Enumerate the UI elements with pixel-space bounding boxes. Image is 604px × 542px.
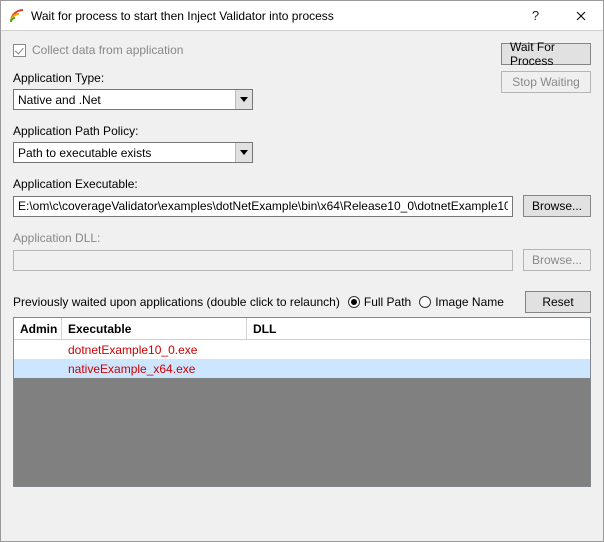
app-path-policy-combo[interactable]: Path to executable exists <box>13 142 253 163</box>
wait-for-process-button[interactable]: Wait For Process <box>501 43 591 65</box>
col-admin[interactable]: Admin <box>14 318 62 339</box>
col-dll[interactable]: DLL <box>247 318 590 339</box>
reset-button[interactable]: Reset <box>525 291 591 313</box>
cell-admin <box>14 340 62 359</box>
radio-icon <box>348 296 360 308</box>
app-dll-input <box>13 250 513 271</box>
dialog-content: Collect data from application Applicatio… <box>1 31 603 541</box>
app-type-value: Native and .Net <box>14 93 235 107</box>
cell-exec: nativeExample_x64.exe <box>62 359 247 378</box>
cell-admin <box>14 359 62 378</box>
table-empty-area <box>14 378 590 486</box>
table-header: Admin Executable DLL <box>14 318 590 340</box>
app-type-combo[interactable]: Native and .Net <box>13 89 253 110</box>
full-path-radio-label: Full Path <box>364 295 411 309</box>
help-button[interactable]: ? <box>513 1 558 30</box>
app-dll-browse-button: Browse... <box>523 249 591 271</box>
prev-waited-label: Previously waited upon applications (dou… <box>13 295 340 309</box>
radio-icon <box>419 296 431 308</box>
image-name-radio-label: Image Name <box>435 295 504 309</box>
app-type-label: Application Type: <box>13 71 491 85</box>
app-exe-browse-button[interactable]: Browse... <box>523 195 591 217</box>
prev-apps-table: Admin Executable DLL dotnetExample10_0.e… <box>13 317 591 487</box>
chevron-down-icon <box>235 90 252 109</box>
chevron-down-icon <box>235 143 252 162</box>
stop-waiting-button: Stop Waiting <box>501 71 591 93</box>
app-exe-label: Application Executable: <box>13 177 591 191</box>
app-exe-input[interactable] <box>13 196 513 217</box>
app-path-policy-label: Application Path Policy: <box>13 124 491 138</box>
titlebar: Wait for process to start then Inject Va… <box>1 1 603 31</box>
collect-data-label: Collect data from application <box>32 43 183 57</box>
full-path-radio[interactable]: Full Path <box>348 295 411 309</box>
collect-data-checkbox <box>13 44 26 57</box>
cell-dll <box>247 359 590 378</box>
app-icon <box>9 8 25 24</box>
cell-exec: dotnetExample10_0.exe <box>62 340 247 359</box>
table-row[interactable]: nativeExample_x64.exe <box>14 359 590 378</box>
window-title: Wait for process to start then Inject Va… <box>31 9 513 23</box>
app-path-policy-value: Path to executable exists <box>14 146 235 160</box>
close-button[interactable] <box>558 1 603 30</box>
app-dll-label: Application DLL: <box>13 231 591 245</box>
dialog-window: Wait for process to start then Inject Va… <box>0 0 604 542</box>
table-row[interactable]: dotnetExample10_0.exe <box>14 340 590 359</box>
col-executable[interactable]: Executable <box>62 318 247 339</box>
cell-dll <box>247 340 590 359</box>
collect-data-checkbox-row: Collect data from application <box>13 43 491 57</box>
table-body: dotnetExample10_0.exe nativeExample_x64.… <box>14 340 590 378</box>
image-name-radio[interactable]: Image Name <box>419 295 504 309</box>
